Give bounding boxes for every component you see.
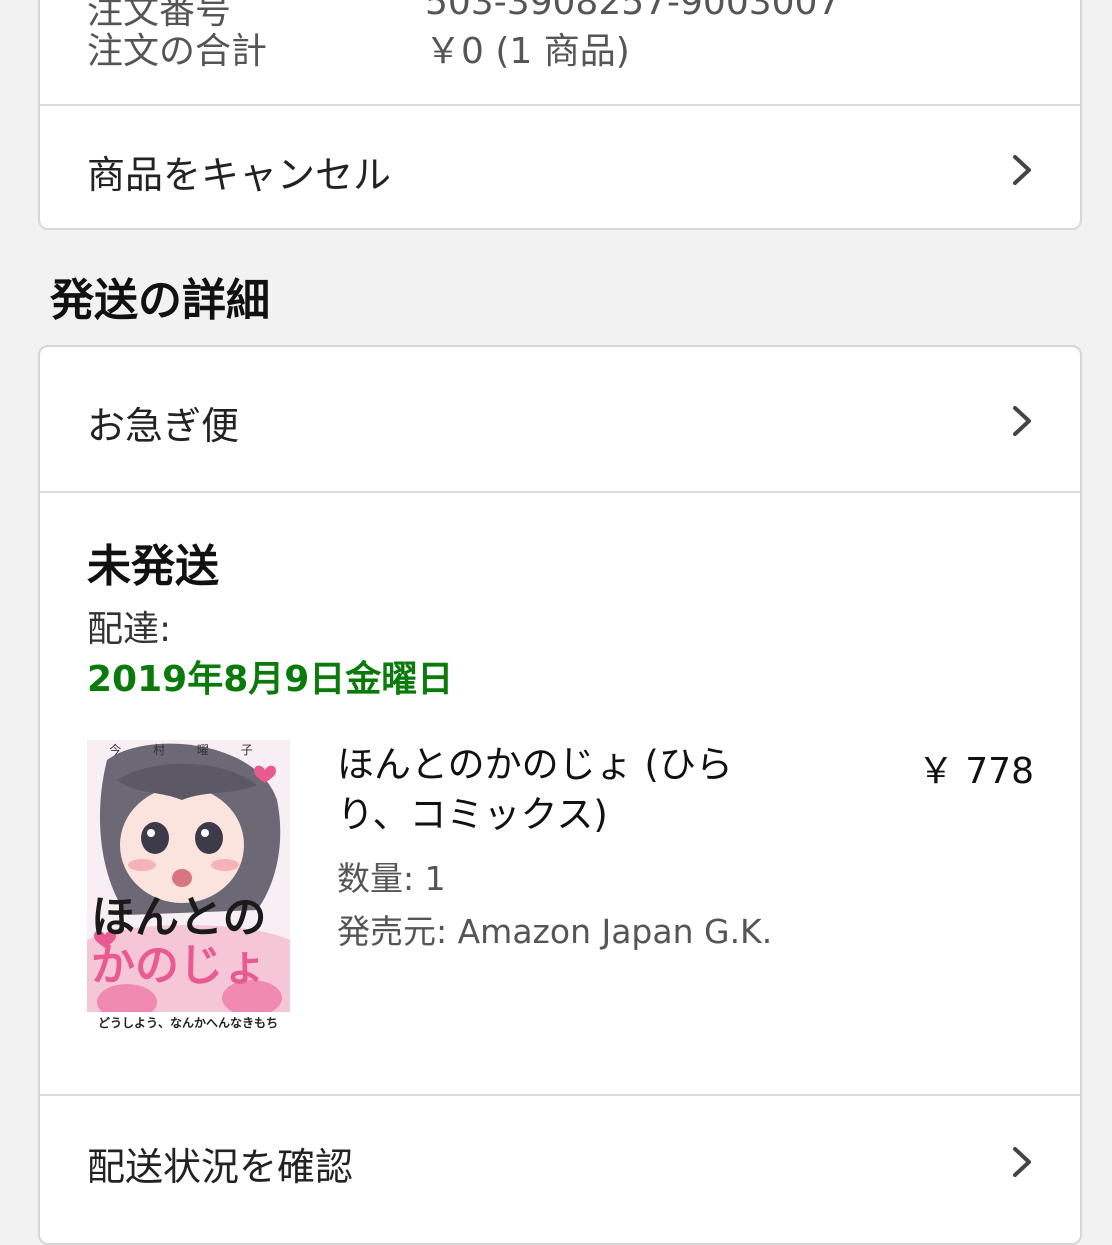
delivery-label: 配達:	[87, 609, 172, 650]
order-number-value: 503-3908257-9003007	[425, 0, 841, 23]
chevron-right-icon	[1013, 1147, 1031, 1177]
chevron-right-icon	[1013, 155, 1031, 185]
product-seller: 発売元: Amazon Japan G.K.	[337, 912, 773, 951]
product-price: ￥ 778	[917, 751, 1034, 792]
cancel-items-row[interactable]: 商品をキャンセル	[40, 106, 1080, 228]
order-total-value: ￥0 (1 商品)	[425, 31, 630, 72]
shipment-status: 未発送	[87, 541, 219, 592]
cover-title-line1: ほんとの	[91, 892, 267, 943]
delivery-date: 2019年8月9日金曜日	[87, 659, 454, 700]
divider	[40, 491, 1080, 493]
cover-author-text: 今 村 曜 子	[109, 742, 266, 757]
cover-subtitle-text: どうしよう、なんかへんなきもち	[98, 1016, 278, 1030]
product-quantity: 数量: 1	[337, 859, 446, 898]
track-package-row[interactable]: 配送状況を確認	[40, 1096, 1080, 1243]
shipping-details-title: 発送の詳細	[50, 275, 270, 326]
shipment-card: お急ぎ便 未発送 配達: 2019年8月9日金曜日 今 村 曜 子 ほんとの か…	[38, 345, 1082, 1245]
shipping-speed-label: お急ぎ便	[87, 404, 240, 448]
order-summary-card: 注文番号 503-3908257-9003007 注文の合計 ￥0 (1 商品)…	[38, 0, 1082, 230]
product-cover-image[interactable]: 今 村 曜 子 ほんとの かのじょ どうしよう、なんかへんなきもち	[87, 740, 290, 1032]
product-title-link[interactable]: ほんとのかのじょ (ひらり、コミックス)	[337, 740, 777, 840]
track-package-label: 配送状況を確認	[87, 1145, 354, 1189]
order-total-label: 注文の合計	[87, 31, 268, 72]
chevron-right-icon	[1013, 406, 1031, 436]
cover-title-line2: かのじょ	[91, 940, 267, 991]
cover-artwork: 今 村 曜 子 ほんとの かのじょ どうしよう、なんかへんなきもち	[87, 740, 290, 1032]
shipping-speed-row[interactable]: お急ぎ便	[40, 347, 1080, 491]
cancel-items-label: 商品をキャンセル	[87, 153, 392, 197]
